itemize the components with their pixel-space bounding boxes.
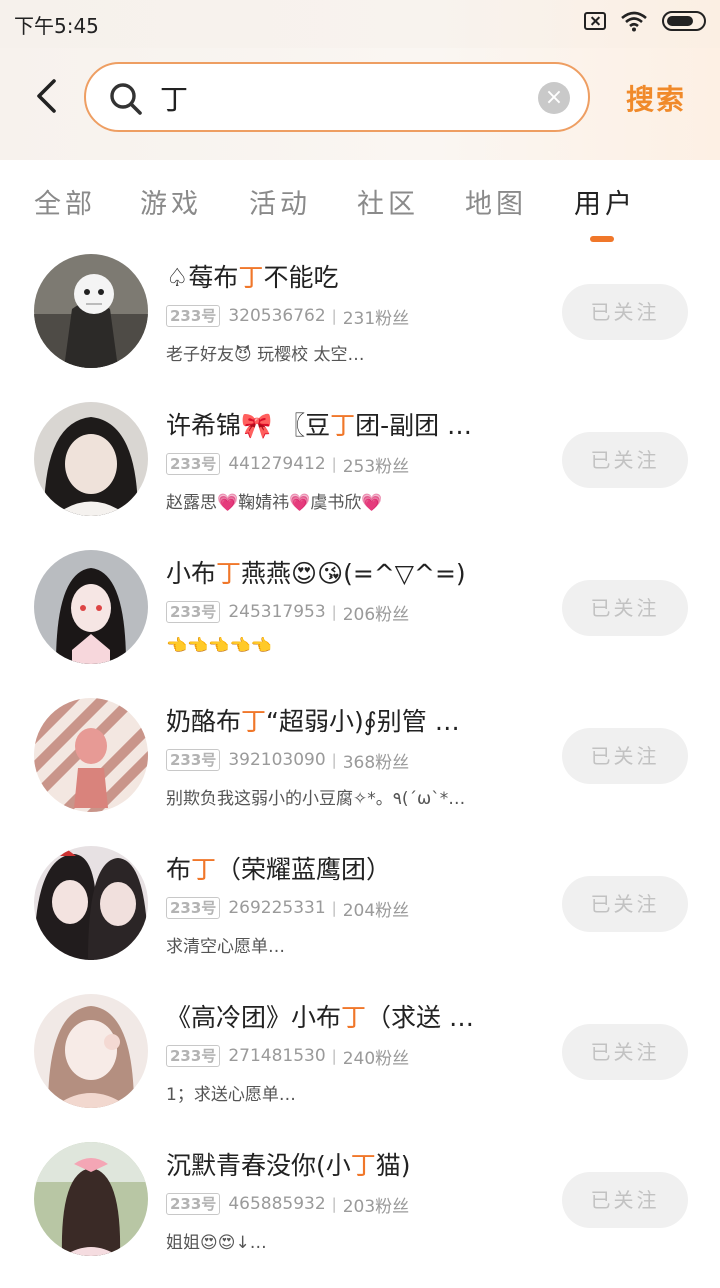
id-badge: 233号 xyxy=(166,1193,221,1215)
avatar[interactable] xyxy=(34,994,148,1108)
tab-events[interactable]: 活动 xyxy=(249,182,311,221)
user-name: 许希锦🎀 〖豆丁团-副团 … xyxy=(166,411,473,440)
avatar[interactable] xyxy=(34,1142,148,1256)
user-meta: 233号 392103090 | 368粉丝 xyxy=(166,748,410,773)
divider: | xyxy=(331,603,337,621)
status-time: 下午5:45 xyxy=(14,14,99,38)
user-meta: 233号 441279412 | 253粉丝 xyxy=(166,452,410,477)
search-icon xyxy=(110,83,142,115)
user-signature: 求清空心愿单… xyxy=(166,937,285,957)
user-meta: 233号 269225331 | 204粉丝 xyxy=(166,896,410,921)
id-badge: 233号 xyxy=(166,453,221,475)
follow-button[interactable]: 已关注 xyxy=(562,876,688,932)
divider: | xyxy=(331,899,337,917)
divider: | xyxy=(331,751,337,769)
user-name: 布丁（荣耀蓝鹰团） xyxy=(166,855,392,884)
divider: | xyxy=(331,1195,337,1213)
search-header: × 搜索 xyxy=(0,48,720,160)
no-sim-icon xyxy=(584,12,606,30)
user-meta: 233号 465885932 | 203粉丝 xyxy=(166,1192,410,1217)
user-meta: 233号 245317953 | 206粉丝 xyxy=(166,600,410,625)
avatar[interactable] xyxy=(34,698,148,812)
follow-button[interactable]: 已关注 xyxy=(562,728,688,784)
user-signature: 别欺负我这弱小的小豆腐✧*。٩(ˊωˋ*… xyxy=(166,789,466,809)
user-name: 《高冷团》小布丁（求送 … xyxy=(166,1003,474,1032)
id-badge: 233号 xyxy=(166,305,221,327)
tab-maps[interactable]: 地图 xyxy=(465,182,527,221)
user-meta: 233号 271481530 | 240粉丝 xyxy=(166,1044,410,1069)
active-tab-indicator xyxy=(590,236,614,242)
fan-count: 203粉丝 xyxy=(342,1196,410,1217)
user-name: 奶酪布丁“超弱小)∮别管 … xyxy=(166,707,460,736)
divider: | xyxy=(331,307,337,325)
user-row[interactable]: 布丁（荣耀蓝鹰团） 233号 269225331 | 204粉丝 求清空心愿单…… xyxy=(0,844,720,992)
fan-count: 253粉丝 xyxy=(342,456,410,477)
user-row[interactable]: ♤莓布丁不能吃 233号 320536762 | 231粉丝 老子好友😈 玩樱校… xyxy=(0,252,720,400)
avatar[interactable] xyxy=(34,402,148,516)
user-row[interactable]: 《高冷团》小布丁（求送 … 233号 271481530 | 240粉丝 1；求… xyxy=(0,992,720,1140)
follow-button[interactable]: 已关注 xyxy=(562,432,688,488)
status-bar: 下午5:45 xyxy=(0,0,720,48)
user-id: 465885932 xyxy=(228,1194,326,1214)
user-signature: 姐姐😍😍↓… xyxy=(166,1233,267,1253)
fan-count: 206粉丝 xyxy=(342,604,410,625)
user-id: 269225331 xyxy=(228,898,326,918)
user-id: 271481530 xyxy=(228,1046,326,1066)
fan-count: 240粉丝 xyxy=(342,1048,410,1069)
divider: | xyxy=(331,455,337,473)
tab-community[interactable]: 社区 xyxy=(357,182,419,221)
fan-count: 231粉丝 xyxy=(342,308,410,329)
id-badge: 233号 xyxy=(166,749,221,771)
back-button[interactable] xyxy=(24,74,68,118)
user-name: 沉默青春没你(小丁猫) xyxy=(166,1151,411,1180)
fan-count: 204粉丝 xyxy=(342,900,410,921)
user-signature: 老子好友😈 玩樱校 太空… xyxy=(166,345,365,365)
tab-all[interactable]: 全部 xyxy=(34,182,96,221)
battery-icon xyxy=(662,11,706,31)
id-badge: 233号 xyxy=(166,897,221,919)
wifi-icon xyxy=(621,11,647,32)
user-name: 小布丁燕燕😍😘(=^▽^=) xyxy=(166,559,466,588)
avatar[interactable] xyxy=(34,846,148,960)
id-badge: 233号 xyxy=(166,601,221,623)
user-row[interactable]: 沉默青春没你(小丁猫) 233号 465885932 | 203粉丝 姐姐😍😍↓… xyxy=(0,1140,720,1288)
status-icons xyxy=(584,10,706,32)
follow-button[interactable]: 已关注 xyxy=(562,1024,688,1080)
user-row[interactable]: 小布丁燕燕😍😘(=^▽^=) 233号 245317953 | 206粉丝 👈👈… xyxy=(0,548,720,696)
user-id: 392103090 xyxy=(228,750,326,770)
user-row[interactable]: 奶酪布丁“超弱小)∮别管 … 233号 392103090 | 368粉丝 别欺… xyxy=(0,696,720,844)
user-id: 320536762 xyxy=(228,306,326,326)
user-meta: 233号 320536762 | 231粉丝 xyxy=(166,304,410,329)
search-submit-button[interactable]: 搜索 xyxy=(626,78,686,118)
tab-users[interactable]: 用户 xyxy=(574,182,636,221)
divider: | xyxy=(331,1047,337,1065)
fan-count: 368粉丝 xyxy=(342,752,410,773)
search-input[interactable] xyxy=(160,76,520,120)
user-signature: 赵露思💗鞠婧祎💗虞书欣💗 xyxy=(166,493,383,513)
user-id: 441279412 xyxy=(228,454,326,474)
search-box[interactable]: × xyxy=(84,62,590,132)
chevron-left-icon xyxy=(37,79,56,113)
clear-search-button[interactable]: × xyxy=(538,82,570,114)
user-name: ♤莓布丁不能吃 xyxy=(166,263,339,292)
id-badge: 233号 xyxy=(166,1045,221,1067)
user-signature: 👈👈👈👈👈 xyxy=(166,636,272,656)
user-id: 245317953 xyxy=(228,602,326,622)
user-signature: 1；求送心愿单… xyxy=(166,1085,296,1105)
follow-button[interactable]: 已关注 xyxy=(562,1172,688,1228)
follow-button[interactable]: 已关注 xyxy=(562,284,688,340)
user-row[interactable]: 许希锦🎀 〖豆丁团-副团 … 233号 441279412 | 253粉丝 赵露… xyxy=(0,400,720,548)
avatar[interactable] xyxy=(34,254,148,368)
avatar[interactable] xyxy=(34,550,148,664)
tab-games[interactable]: 游戏 xyxy=(140,182,202,221)
follow-button[interactable]: 已关注 xyxy=(562,580,688,636)
category-tabs: 全部 游戏 活动 社区 地图 用户 xyxy=(0,168,720,248)
